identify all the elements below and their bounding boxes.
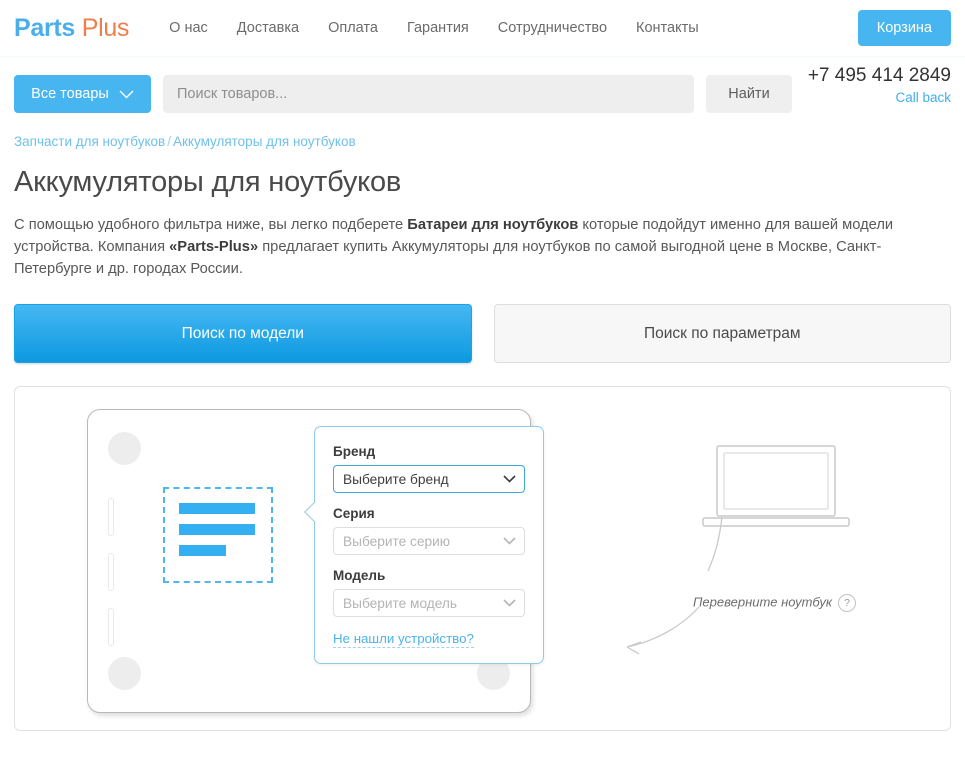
chevron-down-icon [119,90,134,99]
laptop-vent-icon [108,553,114,591]
brand-field-label: Бренд [333,444,525,459]
breadcrumb-current[interactable]: Аккумуляторы для ноутбуков [173,134,356,149]
series-select-value: Выберите серию [343,534,450,549]
nav-item-about[interactable]: О нас [169,20,208,36]
logo-text-plus: Plus [82,14,129,42]
site-header: Parts Plus О нас Доставка Оплата Гаранти… [0,0,965,57]
logo-text-parts: Parts [14,14,75,42]
flip-hint-label: Переверните ноутбук [693,594,832,609]
tab-search-by-model[interactable]: Поиск по модели [14,304,472,363]
nav-item-contacts[interactable]: Контакты [636,20,699,36]
nav-item-delivery[interactable]: Доставка [237,20,299,36]
series-field-label: Серия [333,506,525,521]
help-question-icon[interactable]: ? [838,594,856,612]
intro-bold-1: Батареи для ноутбуков [407,217,578,233]
brand-select[interactable]: Выберите бренд [333,465,525,493]
search-mode-tabs: Поиск по модели Поиск по параметрам [0,304,965,363]
page-title: Аккумуляторы для ноутбуков [0,166,965,199]
model-field-label: Модель [333,568,525,583]
sticker-bar [179,545,226,556]
intro-bold-2: «Parts-Plus» [169,239,258,255]
laptop-vent-icon [108,608,114,646]
call-back-link[interactable]: Call back [808,90,951,106]
breadcrumb-separator: / [167,134,171,149]
model-select-value: Выберите модель [343,596,457,611]
flip-hint: Переверните ноутбук? [693,594,856,612]
find-button[interactable]: Найти [706,75,792,113]
nav-item-partnership[interactable]: Сотрудничество [498,20,607,36]
sticker-bar [179,524,255,535]
sticker-bar [179,503,255,514]
chevron-down-icon [503,599,516,607]
search-input[interactable] [163,75,694,113]
breadcrumb-parent[interactable]: Запчасти для ноутбуков [14,134,165,149]
model-label-sticker-icon [163,487,273,583]
chevron-down-icon [503,475,516,483]
model-select[interactable]: Выберите модель [333,589,525,617]
search-bar: Все товары Найти +7 495 414 2849 Call ba… [0,57,965,119]
breadcrumb: Запчасти для ноутбуков/Аккумуляторы для … [0,119,965,149]
nav-item-payment[interactable]: Оплата [328,20,378,36]
laptop-foot-icon [108,657,141,690]
cart-button[interactable]: Корзина [858,10,951,46]
flip-arrow-icon [615,517,855,707]
series-select[interactable]: Выберите серию [333,527,525,555]
laptop-vent-icon [108,498,114,536]
device-not-found-link[interactable]: Не нашли устройство? [333,631,474,648]
brand-select-value: Выберите бренд [343,472,449,487]
logo[interactable]: Parts Plus [14,14,129,43]
model-finder-form: Бренд Выберите бренд Серия Выберите сери… [314,426,544,664]
chevron-down-icon [503,537,516,545]
all-goods-dropdown[interactable]: Все товары [14,75,151,113]
nav-item-warranty[interactable]: Гарантия [407,20,469,36]
tab-search-by-parameters[interactable]: Поиск по параметрам [494,304,952,363]
laptop-foot-icon [108,432,141,465]
model-finder-panel: Бренд Выберите бренд Серия Выберите сери… [14,386,951,731]
intro-text-1: С помощью удобного фильтра ниже, вы легк… [14,217,407,233]
all-goods-label: Все товары [31,86,109,102]
contact-block: +7 495 414 2849 Call back [808,65,951,106]
main-nav: О нас Доставка Оплата Гарантия Сотруднич… [169,20,699,36]
page-intro: С помощью удобного фильтра ниже, вы легк… [0,215,936,280]
phone-number: +7 495 414 2849 [808,65,951,88]
